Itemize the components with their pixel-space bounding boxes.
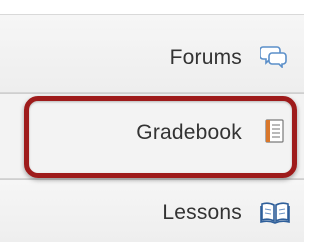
menu-item-label: Forums	[169, 46, 242, 69]
menu-item-forums[interactable]: Forums	[0, 14, 304, 93]
tool-menu: Forums Gradebook Lessons	[0, 0, 304, 242]
menu-item-lessons[interactable]: Lessons	[0, 179, 304, 242]
speech-bubbles-icon	[259, 44, 288, 69]
open-book-icon	[260, 200, 290, 224]
menu-item-label: Lessons	[162, 201, 242, 224]
gradebook-icon	[260, 118, 288, 143]
menu-item-label: Gradebook	[136, 121, 242, 144]
menu-item-gradebook[interactable]: Gradebook	[0, 93, 304, 179]
